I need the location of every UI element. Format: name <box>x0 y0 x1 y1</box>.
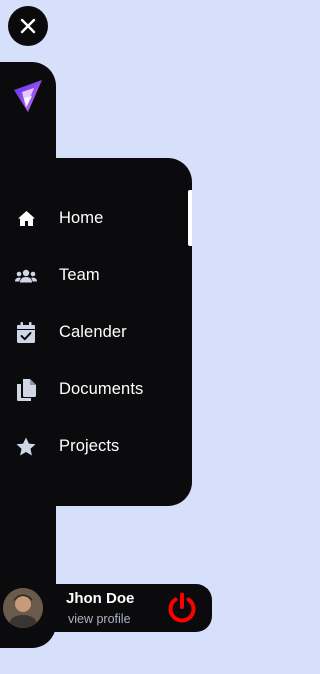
nav-label-home: Home <box>59 209 104 227</box>
nav-panel: Home Team Calender Documents Projects <box>0 158 192 506</box>
nav-item-calender[interactable]: Calender <box>0 304 192 361</box>
nav-label-calender: Calender <box>59 323 127 341</box>
view-profile-link[interactable]: view profile <box>68 612 131 626</box>
nav-item-projects[interactable]: Projects <box>0 418 192 475</box>
power-icon <box>168 592 196 623</box>
profile-card: Jhon Doe view profile <box>0 584 212 632</box>
close-button[interactable] <box>8 6 48 46</box>
nav-item-team[interactable]: Team <box>0 247 192 304</box>
profile-name: Jhon Doe <box>66 590 135 607</box>
calendar-check-icon <box>15 322 37 344</box>
logo-icon <box>14 80 42 112</box>
nav-item-documents[interactable]: Documents <box>0 361 192 418</box>
nav-label-projects: Projects <box>59 437 120 455</box>
nav-label-documents: Documents <box>59 380 144 398</box>
nav-label-team: Team <box>59 266 100 284</box>
logout-button[interactable] <box>164 590 200 626</box>
documents-icon <box>15 378 37 401</box>
avatar[interactable] <box>3 588 43 628</box>
close-icon <box>20 18 36 34</box>
nav-item-home[interactable]: Home <box>0 190 192 247</box>
home-icon <box>15 208 37 230</box>
star-icon <box>15 436 37 458</box>
users-icon <box>15 265 37 287</box>
